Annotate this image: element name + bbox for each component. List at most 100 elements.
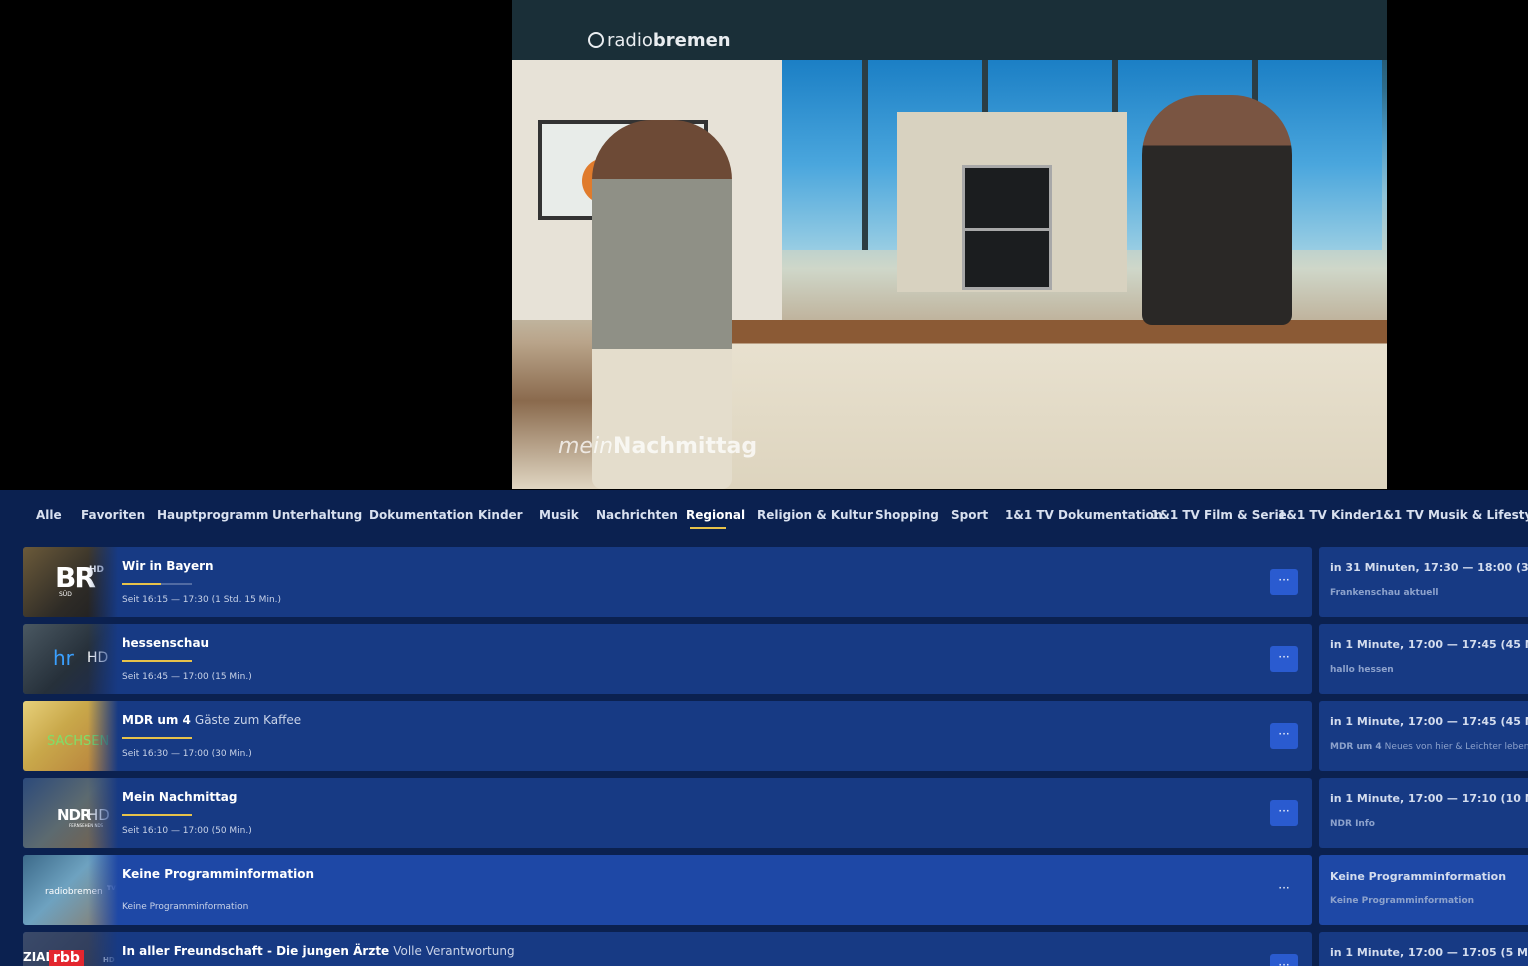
next-program-title-text: Frankenschau aktuell [1330,588,1439,598]
channel-thumbnail: SACHSEN [23,701,118,771]
tab-religion-kultur[interactable]: Religion & Kultur [757,508,873,522]
tab-1und1-tv-dokumentation[interactable]: 1&1 TV Dokumentation [1005,508,1162,522]
show-watermark: meinNachmittag [558,434,757,459]
tab-musik[interactable]: Musik [539,508,579,522]
tab-favoriten[interactable]: Favoriten [81,508,145,522]
channel-row-radiobremen[interactable]: radiobremen TV Keine Programminformation… [23,855,1312,925]
program-time: Seit 16:30 — 17:00 (30 Min.) [122,749,252,759]
video-scene-oven [962,165,1052,290]
next-program-subtitle: Neues von hier & Leichter leben [1384,742,1528,752]
video-frame[interactable]: radiobremen meinNachmittag [512,0,1387,489]
channel-row-ndr[interactable]: NDR HD FERNSEHEN NDS Mein Nachmittag Sei… [23,778,1312,848]
next-program-title-text: NDR Info [1330,819,1375,829]
program-title: Keine Programminformation [122,867,314,881]
channel-row-hr[interactable]: hr HD hessenschau Seit 16:45 — 17:00 (15… [23,624,1312,694]
tab-nachrichten[interactable]: Nachrichten [596,508,678,522]
next-program-title-text: hallo hessen [1330,665,1394,675]
next-program-time: in 1 Minute, 17:00 — 17:10 (10 Min.) [1330,792,1528,805]
channel-thumbnail: hr HD [23,624,118,694]
program-progress-bar [122,583,192,585]
program-title-text: MDR um 4 [122,713,191,727]
progress-fill [122,660,192,662]
program-title-text: hessenschau [122,636,210,650]
tab-sport[interactable]: Sport [951,508,988,522]
tab-regional[interactable]: Regional [686,508,745,522]
tab-1und1-tv-musik-lifestyle[interactable]: 1&1 TV Musik & Lifestyle [1375,508,1528,522]
more-options-button[interactable]: ··· [1270,877,1298,903]
tab-shopping[interactable]: Shopping [875,508,939,522]
next-program-title: Frankenschau aktuell [1330,588,1439,598]
more-options-button[interactable]: ··· [1270,723,1298,749]
program-title-text: Mein Nachmittag [122,790,238,804]
program-title-text: Wir in Bayern [122,559,214,573]
progress-fill [122,814,192,816]
next-program-card[interactable]: in 1 Minute, 17:00 — 17:05 (5 Min.) [1319,932,1528,966]
tab-kinder[interactable]: Kinder [478,508,523,522]
thumbnail-fade [88,855,118,925]
thumbnail-fade [88,701,118,771]
program-title: hessenschau [122,636,209,650]
next-program-time: in 1 Minute, 17:00 — 17:05 (5 Min.) [1330,946,1528,959]
next-program-card[interactable]: in 1 Minute, 17:00 — 17:10 (10 Min.) NDR… [1319,778,1528,848]
program-time: Seit 16:45 — 17:00 (15 Min.) [122,672,252,682]
program-time: Keine Programminformation [122,902,249,912]
next-program-time: Keine Programminformation [1330,870,1507,883]
more-options-button[interactable]: ··· [1270,800,1298,826]
progress-fill [122,737,192,739]
active-tab-indicator [690,527,726,529]
next-program-title: MDR um 4 Neues von hier & Leichter leben [1330,742,1528,752]
next-program-card[interactable]: in 31 Minuten, 17:30 — 18:00 (30 Min.) F… [1319,547,1528,617]
next-program-title: NDR Info [1330,819,1375,829]
next-program-title-text: MDR um 4 [1330,742,1382,752]
next-program-title: Keine Programminformation [1330,896,1474,906]
program-title: Wir in Bayern [122,559,214,573]
program-title: In aller Freundschaft - Die jungen Ärzte… [122,944,515,958]
br-region-label: SÜD [59,591,72,598]
rbb-logo: rbb [49,950,84,966]
next-program-time: in 1 Minute, 17:00 — 17:45 (45 Min.) [1330,638,1528,651]
tab-alle[interactable]: Alle [36,508,62,522]
program-title: MDR um 4 Gäste zum Kaffee [122,713,301,727]
program-subtitle: Volle Verantwortung [393,944,515,958]
program-progress-bar [122,660,192,662]
tab-1und1-tv-kinder[interactable]: 1&1 TV Kinder [1278,508,1376,522]
video-scene-person-right [1142,95,1292,325]
show-watermark-light: mein [558,434,614,459]
tab-dokumentation[interactable]: Dokumentation [369,508,473,522]
category-tab-bar: Alle Favoriten Hauptprogramm Unterhaltun… [0,490,1528,540]
channel-row-br[interactable]: BR HD SÜD Wir in Bayern Seit 16:15 — 17:… [23,547,1312,617]
program-time: Seit 16:15 — 17:30 (1 Std. 15 Min.) [122,595,282,605]
next-program-card[interactable]: in 1 Minute, 17:00 — 17:45 (45 Min.) MDR… [1319,701,1528,771]
channel-watermark-bold: bremen [652,30,731,51]
channel-thumbnail: NDR HD FERNSEHEN NDS [23,778,118,848]
hr-logo: hr [53,646,74,670]
channel-thumbnail: BR HD SÜD [23,547,118,617]
show-watermark-bold: Nachmittag [613,434,758,459]
channel-thumbnail: ZIAL rbb HD [23,932,118,966]
more-options-button[interactable]: ··· [1270,646,1298,672]
program-progress-bar [122,814,192,816]
thumbnail-fade [88,932,118,966]
next-program-card[interactable]: Keine Programminformation Keine Programm… [1319,855,1528,925]
program-title-text: Keine Programminformation [122,867,315,881]
thumbnail-fade [88,778,118,848]
tab-1und1-tv-film-serie[interactable]: 1&1 TV Film & Serie [1151,508,1287,522]
thumbnail-fade [88,624,118,694]
thumbnail-fade [88,547,118,617]
radiobremen-logo-icon [588,32,604,48]
video-scene-counter [652,320,1387,489]
progress-fill [122,583,161,585]
tab-unterhaltung[interactable]: Unterhaltung [272,508,362,522]
tab-hauptprogramm[interactable]: Hauptprogramm [157,508,268,522]
video-player-area[interactable]: radiobremen meinNachmittag [0,0,1528,490]
program-progress-bar [122,737,192,739]
channel-row-rbb[interactable]: ZIAL rbb HD In aller Freundschaft - Die … [23,932,1312,966]
channel-row-mdr-sachsen[interactable]: SACHSEN MDR um 4 Gäste zum Kaffee Seit 16… [23,701,1312,771]
next-program-title-text: Keine Programminformation [1330,896,1475,906]
next-program-card[interactable]: in 1 Minute, 17:00 — 17:45 (45 Min.) hal… [1319,624,1528,694]
channel-watermark-light: radio [607,30,653,51]
more-options-button[interactable]: ··· [1270,954,1298,966]
channel-thumbnail: radiobremen TV [23,855,118,925]
more-options-button[interactable]: ··· [1270,569,1298,595]
program-subtitle: Gäste zum Kaffee [194,713,302,727]
